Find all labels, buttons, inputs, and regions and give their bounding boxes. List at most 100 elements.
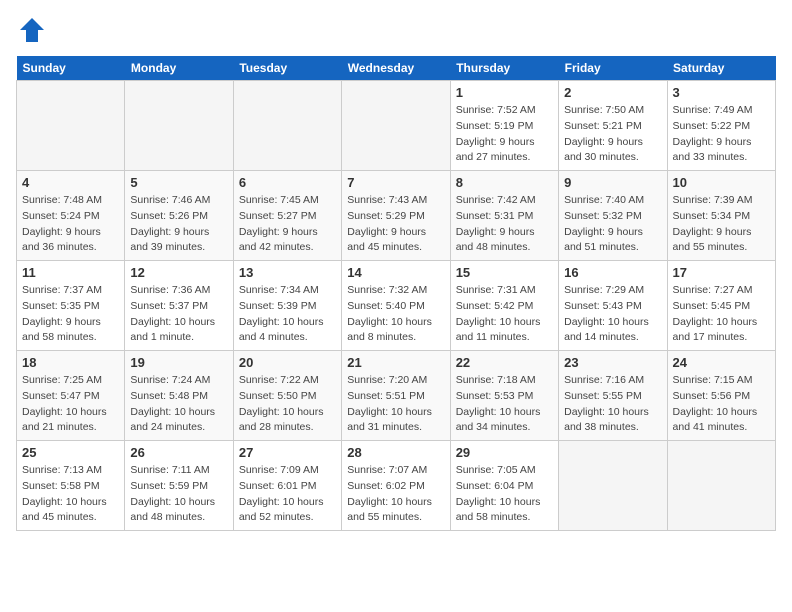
calendar-day-cell: 3 Sunrise: 7:49 AMSunset: 5:22 PMDaylight…	[667, 81, 775, 171]
day-info: Sunrise: 7:45 AMSunset: 5:27 PMDaylight:…	[239, 193, 336, 256]
day-number: 20	[239, 355, 336, 370]
day-number: 7	[347, 175, 444, 190]
calendar-day-cell: 8 Sunrise: 7:42 AMSunset: 5:31 PMDaylight…	[450, 171, 558, 261]
calendar-day-cell: 5 Sunrise: 7:46 AMSunset: 5:26 PMDaylight…	[125, 171, 233, 261]
calendar-day-cell: 18Sunrise: 7:25 AMSunset: 5:47 PMDayligh…	[17, 351, 125, 441]
day-info: Sunrise: 7:22 AMSunset: 5:50 PMDaylight:…	[239, 373, 336, 436]
day-number: 26	[130, 445, 227, 460]
calendar-day-cell: 2 Sunrise: 7:50 AMSunset: 5:21 PMDaylight…	[559, 81, 667, 171]
day-info: Sunrise: 7:32 AMSunset: 5:40 PMDaylight:…	[347, 283, 444, 346]
day-info: Sunrise: 7:42 AMSunset: 5:31 PMDaylight:…	[456, 193, 553, 256]
calendar-day-cell: 6 Sunrise: 7:45 AMSunset: 5:27 PMDaylight…	[233, 171, 341, 261]
calendar-day-cell: 22 Sunrise: 7:18 AMSunset: 5:53 PMDayligh…	[450, 351, 558, 441]
day-info: Sunrise: 7:40 AMSunset: 5:32 PMDaylight:…	[564, 193, 661, 256]
calendar-day-cell	[125, 81, 233, 171]
day-info: Sunrise: 7:46 AMSunset: 5:26 PMDaylight:…	[130, 193, 227, 256]
day-number: 24	[673, 355, 770, 370]
calendar-day-cell: 9 Sunrise: 7:40 AMSunset: 5:32 PMDaylight…	[559, 171, 667, 261]
day-number: 13	[239, 265, 336, 280]
calendar-day-cell	[233, 81, 341, 171]
day-info: Sunrise: 7:25 AMSunset: 5:47 PMDaylight:…	[22, 373, 119, 436]
calendar-week-row: 1 Sunrise: 7:52 AMSunset: 5:19 PMDaylight…	[17, 81, 776, 171]
day-info: Sunrise: 7:24 AMSunset: 5:48 PMDaylight:…	[130, 373, 227, 436]
day-info: Sunrise: 7:16 AMSunset: 5:55 PMDaylight:…	[564, 373, 661, 436]
day-number: 9	[564, 175, 661, 190]
day-number: 17	[673, 265, 770, 280]
weekday-header: Thursday	[450, 56, 558, 81]
weekday-header: Tuesday	[233, 56, 341, 81]
calendar-day-cell	[342, 81, 450, 171]
calendar-day-cell: 7Sunrise: 7:43 AMSunset: 5:29 PMDaylight…	[342, 171, 450, 261]
day-number: 28	[347, 445, 444, 460]
day-info: Sunrise: 7:39 AMSunset: 5:34 PMDaylight:…	[673, 193, 770, 256]
calendar-day-cell: 27 Sunrise: 7:09 AMSunset: 6:01 PMDayligh…	[233, 441, 341, 531]
calendar-day-cell: 1 Sunrise: 7:52 AMSunset: 5:19 PMDaylight…	[450, 81, 558, 171]
day-number: 6	[239, 175, 336, 190]
weekday-header: Sunday	[17, 56, 125, 81]
day-number: 14	[347, 265, 444, 280]
calendar-day-cell: 23 Sunrise: 7:16 AMSunset: 5:55 PMDayligh…	[559, 351, 667, 441]
day-number: 5	[130, 175, 227, 190]
logo-icon	[18, 16, 46, 44]
calendar-day-cell: 15 Sunrise: 7:31 AMSunset: 5:42 PMDayligh…	[450, 261, 558, 351]
calendar-day-cell: 12Sunrise: 7:36 AMSunset: 5:37 PMDayligh…	[125, 261, 233, 351]
calendar-day-cell: 28 Sunrise: 7:07 AMSunset: 6:02 PMDayligh…	[342, 441, 450, 531]
calendar-day-cell: 10 Sunrise: 7:39 AMSunset: 5:34 PMDayligh…	[667, 171, 775, 261]
day-info: Sunrise: 7:50 AMSunset: 5:21 PMDaylight:…	[564, 103, 661, 166]
calendar-day-cell: 13 Sunrise: 7:34 AMSunset: 5:39 PMDayligh…	[233, 261, 341, 351]
day-number: 19	[130, 355, 227, 370]
day-info: Sunrise: 7:20 AMSunset: 5:51 PMDaylight:…	[347, 373, 444, 436]
calendar-week-row: 18Sunrise: 7:25 AMSunset: 5:47 PMDayligh…	[17, 351, 776, 441]
calendar-day-cell: 11Sunrise: 7:37 AMSunset: 5:35 PMDayligh…	[17, 261, 125, 351]
day-number: 16	[564, 265, 661, 280]
day-info: Sunrise: 7:49 AMSunset: 5:22 PMDaylight:…	[673, 103, 770, 166]
day-info: Sunrise: 7:27 AMSunset: 5:45 PMDaylight:…	[673, 283, 770, 346]
day-number: 11	[22, 265, 119, 280]
day-info: Sunrise: 7:05 AMSunset: 6:04 PMDaylight:…	[456, 463, 553, 526]
day-info: Sunrise: 7:52 AMSunset: 5:19 PMDaylight:…	[456, 103, 553, 166]
calendar-day-cell	[17, 81, 125, 171]
calendar-day-cell: 21Sunrise: 7:20 AMSunset: 5:51 PMDayligh…	[342, 351, 450, 441]
calendar-day-cell	[559, 441, 667, 531]
day-number: 25	[22, 445, 119, 460]
day-number: 2	[564, 85, 661, 100]
day-info: Sunrise: 7:18 AMSunset: 5:53 PMDaylight:…	[456, 373, 553, 436]
day-number: 3	[673, 85, 770, 100]
day-info: Sunrise: 7:07 AMSunset: 6:02 PMDaylight:…	[347, 463, 444, 526]
day-number: 10	[673, 175, 770, 190]
day-number: 23	[564, 355, 661, 370]
day-info: Sunrise: 7:34 AMSunset: 5:39 PMDaylight:…	[239, 283, 336, 346]
day-info: Sunrise: 7:09 AMSunset: 6:01 PMDaylight:…	[239, 463, 336, 526]
calendar-day-cell: 26Sunrise: 7:11 AMSunset: 5:59 PMDayligh…	[125, 441, 233, 531]
day-number: 29	[456, 445, 553, 460]
day-number: 15	[456, 265, 553, 280]
calendar-day-cell	[667, 441, 775, 531]
day-number: 8	[456, 175, 553, 190]
day-number: 27	[239, 445, 336, 460]
logo	[16, 16, 46, 44]
calendar-day-cell: 17 Sunrise: 7:27 AMSunset: 5:45 PMDayligh…	[667, 261, 775, 351]
weekday-header: Wednesday	[342, 56, 450, 81]
calendar-table: SundayMondayTuesdayWednesdayThursdayFrid…	[16, 56, 776, 531]
calendar-day-cell: 19 Sunrise: 7:24 AMSunset: 5:48 PMDayligh…	[125, 351, 233, 441]
weekday-header: Monday	[125, 56, 233, 81]
day-number: 1	[456, 85, 553, 100]
day-info: Sunrise: 7:31 AMSunset: 5:42 PMDaylight:…	[456, 283, 553, 346]
calendar-day-cell: 16Sunrise: 7:29 AMSunset: 5:43 PMDayligh…	[559, 261, 667, 351]
calendar-day-cell: 24 Sunrise: 7:15 AMSunset: 5:56 PMDayligh…	[667, 351, 775, 441]
day-number: 4	[22, 175, 119, 190]
calendar-day-cell: 20 Sunrise: 7:22 AMSunset: 5:50 PMDayligh…	[233, 351, 341, 441]
day-info: Sunrise: 7:48 AMSunset: 5:24 PMDaylight:…	[22, 193, 119, 256]
calendar-week-row: 11Sunrise: 7:37 AMSunset: 5:35 PMDayligh…	[17, 261, 776, 351]
day-info: Sunrise: 7:15 AMSunset: 5:56 PMDaylight:…	[673, 373, 770, 436]
calendar-header-row: SundayMondayTuesdayWednesdayThursdayFrid…	[17, 56, 776, 81]
calendar-week-row: 4 Sunrise: 7:48 AMSunset: 5:24 PMDaylight…	[17, 171, 776, 261]
day-number: 12	[130, 265, 227, 280]
page-header	[16, 16, 776, 44]
weekday-header: Saturday	[667, 56, 775, 81]
day-number: 22	[456, 355, 553, 370]
calendar-day-cell: 29 Sunrise: 7:05 AMSunset: 6:04 PMDayligh…	[450, 441, 558, 531]
calendar-day-cell: 4 Sunrise: 7:48 AMSunset: 5:24 PMDaylight…	[17, 171, 125, 261]
calendar-week-row: 25Sunrise: 7:13 AMSunset: 5:58 PMDayligh…	[17, 441, 776, 531]
calendar-day-cell: 14 Sunrise: 7:32 AMSunset: 5:40 PMDayligh…	[342, 261, 450, 351]
